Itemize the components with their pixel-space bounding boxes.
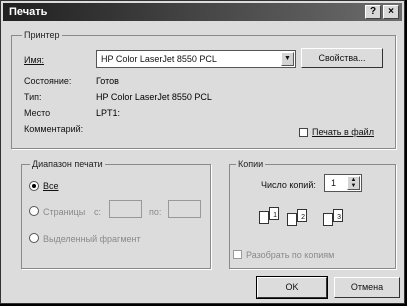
copies-count-label: Число копий: (261, 180, 316, 190)
properties-button-label: Свойства... (318, 53, 366, 63)
chevron-down-icon: ▼ (284, 55, 291, 62)
collate-page-3a (323, 213, 333, 226)
ok-button[interactable]: OK (256, 276, 328, 299)
range-all-label[interactable]: Все (43, 181, 59, 191)
range-all-radio[interactable] (29, 181, 39, 191)
printer-group-label: Принтер (22, 30, 62, 40)
where-value: LPT1: (96, 108, 121, 118)
range-selection-label[interactable]: Выделенный фрагмент (43, 234, 141, 244)
properties-button[interactable]: Свойства... (301, 48, 383, 68)
comment-label: Комментарий: (24, 124, 84, 134)
help-icon: ? (369, 6, 377, 17)
print-to-file-checkbox[interactable] (299, 128, 308, 137)
type-label: Тип: (24, 92, 42, 102)
range-pages-label[interactable]: Страницы (43, 207, 85, 217)
range-to-input[interactable] (168, 200, 201, 218)
printer-name-value: HP Color LaserJet 8550 PCL (101, 54, 217, 64)
ok-button-label: OK (285, 282, 299, 292)
cancel-button[interactable]: Отмена (334, 277, 400, 298)
collate-page-1b-number: 1 (273, 212, 277, 219)
collate-page-2b: 2 (297, 209, 307, 222)
print-dialog: Печать ? × Принтер Имя: HP Color LaserJe… (0, 0, 405, 304)
range-pages-radio[interactable] (29, 206, 39, 216)
copies-spinner-buttons[interactable]: ▲ ▼ (347, 176, 360, 190)
where-label: Место (24, 108, 51, 118)
collate-page-2b-number: 2 (301, 214, 305, 221)
copies-count-spinner[interactable]: 1 ▲ ▼ (324, 174, 362, 192)
collate-checkbox[interactable] (233, 250, 242, 259)
window-title: Печать (9, 6, 48, 18)
title-bar[interactable]: Печать ? × (3, 3, 402, 21)
spinner-arrows-icon: ▲ ▼ (350, 177, 357, 189)
collate-label[interactable]: Разобрать по копиям (246, 250, 334, 260)
printer-select-dropdown-button[interactable]: ▼ (281, 52, 294, 66)
status-value: Готов (96, 76, 119, 86)
close-button[interactable]: × (383, 5, 399, 19)
print-range-group-label: Диапазон печати (30, 159, 105, 169)
type-value: HP Color LaserJet 8550 PCL (96, 92, 212, 102)
collate-page-2a (287, 213, 297, 226)
collate-page-3b-number: 3 (337, 214, 341, 221)
print-to-file-label[interactable]: Печать в файл (312, 127, 374, 137)
range-from-input[interactable] (109, 200, 142, 218)
range-to-label: по: (149, 207, 162, 217)
copies-group-label: Копии (236, 159, 266, 169)
collate-page-1a (259, 211, 269, 224)
printer-name-select[interactable]: HP Color LaserJet 8550 PCL ▼ (96, 50, 296, 68)
cancel-button-label: Отмена (350, 282, 384, 292)
collate-page-1b: 1 (269, 207, 279, 220)
range-selection-radio[interactable] (29, 233, 39, 243)
printer-name-label: Имя: (24, 55, 45, 65)
collate-page-3b: 3 (333, 209, 343, 222)
help-button[interactable]: ? (365, 5, 381, 19)
status-label: Состояние: (24, 76, 72, 86)
close-icon: × (388, 6, 394, 17)
copies-count-value: 1 (331, 178, 337, 188)
range-from-label: с: (94, 207, 102, 217)
